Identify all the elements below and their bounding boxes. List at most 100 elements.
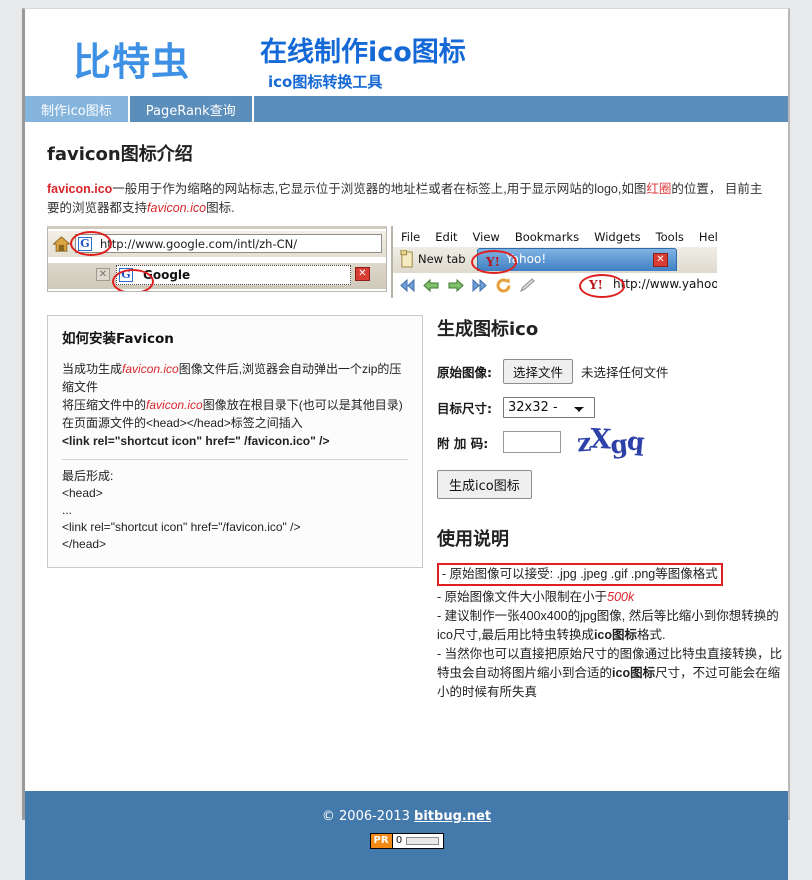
site-logo[interactable]: 比特虫 — [73, 31, 190, 86]
url-text-yahoo: http://www.yahoo.com — [613, 277, 717, 291]
usage-item-3: - 建议制作一张400x400的jpg图像, 然后等比缩小到你想转换的ico尺寸… — [437, 607, 787, 645]
menu-item-file[interactable]: File — [401, 230, 420, 244]
pagerank-value: 0 — [395, 835, 403, 846]
section-title-favicon-intro: favicon图标介绍 — [47, 144, 193, 165]
captcha-input[interactable] — [503, 431, 561, 453]
edit-pencil-icon[interactable] — [519, 278, 536, 293]
copyright-text: © 2006-2013 bitbug.net — [25, 809, 788, 824]
browser-menu-bar: File Edit View Bookmarks Widgets Tools H… — [393, 226, 717, 247]
intro-body-1: 一般用于作为缩略的网站标志,它显示位于浏览器的地址栏或者在标签上,用于显示网站的… — [112, 182, 647, 196]
usage-item-2: - 原始图像文件大小限制在小于500k — [437, 588, 787, 607]
copyright-years: © 2006-2013 — [321, 809, 410, 824]
back-arrow-icon[interactable] — [423, 278, 440, 293]
intro-italic: favicon.ico — [147, 201, 207, 215]
google-browser-screenshot: G http://www.google.com/intl/zh-CN/ ✕ G … — [47, 226, 387, 292]
main-navigation: 制作ico图标 PageRank查询 — [25, 96, 788, 122]
tab-close-icon-google[interactable]: ✕ — [355, 267, 370, 281]
page-container: 比特虫 在线制作ico图标 ico图标转换工具 制作ico图标 PageRank… — [22, 8, 790, 880]
install-favicon-box: 如何安装Favicon 当成功生成favicon.ico图像文件后,浏览器会自动… — [47, 315, 423, 568]
page-subtitle: ico图标转换工具 — [268, 73, 383, 91]
fast-rewind-icon[interactable] — [399, 278, 416, 293]
site-header: 比特虫 在线制作ico图标 ico图标转换工具 — [25, 9, 788, 96]
reload-icon[interactable] — [495, 278, 512, 293]
browser-tab-google[interactable]: G Google — [116, 265, 351, 285]
forward-arrow-icon[interactable] — [447, 278, 464, 293]
install-line1-italic: favicon.ico — [122, 362, 179, 376]
intro-body-3: 图标. — [206, 201, 235, 215]
install-line2-b: 图像放在根目录下(也可以是其他目录) — [202, 398, 403, 412]
install-code-head-open: <head> — [62, 486, 103, 500]
yahoo-url-favicon-icon: Y! — [589, 278, 603, 292]
install-code-head-close: </head> — [62, 537, 107, 551]
site-link[interactable]: bitbug.net — [414, 809, 491, 824]
pagerank-bar — [405, 837, 439, 845]
pagerank-badge[interactable]: PR 0 — [369, 833, 444, 849]
menu-item-help[interactable]: Help — [699, 230, 717, 244]
menu-item-tools[interactable]: Tools — [656, 230, 684, 244]
captcha-char-4: q — [625, 426, 645, 457]
usage-title: 使用说明 — [437, 529, 509, 550]
install-code-link: <link rel="shortcut icon" href="/favicon… — [62, 520, 301, 534]
google-favicon-icon: G — [78, 237, 92, 251]
menu-item-widgets[interactable]: Widgets — [594, 230, 641, 244]
browser-tab-yahoo[interactable]: Y! Yahoo! ✕ — [477, 248, 677, 271]
intro-lead: favicon.ico — [47, 182, 113, 196]
browser-screenshot-examples: G http://www.google.com/intl/zh-CN/ ✕ G … — [47, 226, 717, 301]
install-heading: 如何安装Favicon — [62, 331, 174, 347]
form-row-source-image: 原始图像: 选择文件 未选择任何文件 — [437, 359, 787, 384]
install-line-3: 在页面源文件的<head></head>标签之间插入 — [62, 416, 303, 430]
target-size-select[interactable]: 32x32 - — [503, 397, 595, 418]
usage-item-1: - 原始图像可以接受: .jpg .jpeg .gif .png等图像格式 — [437, 563, 723, 586]
url-field-google[interactable]: G http://www.google.com/intl/zh-CN/ — [75, 234, 382, 253]
install-line1-a: 当成功生成 — [62, 362, 123, 376]
install-line-2: 将压缩文件中的favicon.ico图像放在根目录下(也可以是其他目录) — [62, 396, 408, 414]
main-content: favicon图标介绍 favicon.ico一般用于作为缩略的网站标志,它显示… — [25, 140, 788, 791]
pagerank-label: PR — [370, 834, 393, 848]
tab-close-icon-inactive[interactable]: ✕ — [96, 268, 110, 281]
usage-item-2-size: 500k — [607, 590, 635, 604]
yahoo-browser-screenshot: File Edit View Bookmarks Widgets Tools H… — [391, 226, 717, 298]
nav-item-make-ico[interactable]: 制作ico图标 — [25, 96, 130, 122]
content-columns: 如何安装Favicon 当成功生成favicon.ico图像文件后,浏览器会自动… — [25, 315, 788, 702]
install-link-tag: <link rel="shortcut icon" href=" /favico… — [62, 434, 330, 448]
right-column: 生成图标ico 原始图像: 选择文件 未选择任何文件 目标尺寸: 32x32 -… — [437, 315, 787, 702]
generate-ico-button[interactable]: 生成ico图标 — [437, 470, 532, 499]
usage-instructions: - 原始图像可以接受: .jpg .jpeg .gif .png等图像格式 - … — [437, 563, 787, 702]
left-column: 如何安装Favicon 当成功生成favicon.ico图像文件后,浏览器会自动… — [47, 315, 423, 702]
install-line-1: 当成功生成favicon.ico图像文件后,浏览器会自动弹出一个zip的压缩文件 — [62, 360, 408, 396]
install-line2-italic: favicon.ico — [146, 398, 203, 412]
yahoo-tab-bar: New tab Y! Yahoo! ✕ — [393, 247, 717, 273]
tab-close-icon-yahoo[interactable]: ✕ — [653, 253, 668, 267]
url-field-yahoo[interactable]: Y! http://www.yahoo.com — [589, 277, 717, 292]
favicon-intro-text: favicon.ico一般用于作为缩略的网站标志,它显示位于浏览器的地址栏或者在… — [47, 180, 766, 218]
captcha-image: zXgq — [576, 424, 645, 460]
usage-item-3-c: 格式. — [637, 628, 666, 642]
new-tab-icon[interactable] — [400, 250, 415, 268]
menu-item-edit[interactable]: Edit — [435, 230, 457, 244]
usage-item-1-wrapper: - 原始图像可以接受: .jpg .jpeg .gif .png等图像格式 — [437, 563, 787, 588]
form-title: 生成图标ico — [437, 319, 539, 340]
intro-highlight: 红圈 — [646, 182, 672, 196]
label-source-image: 原始图像: — [437, 365, 492, 380]
page-title: 在线制作ico图标 — [260, 37, 466, 68]
file-status-text: 未选择任何文件 — [581, 366, 669, 380]
fast-forward-icon[interactable] — [471, 278, 488, 293]
yahoo-tab-favicon-icon: Y! — [486, 255, 500, 269]
tab-bar-row: ✕ G Google ✕ — [48, 263, 386, 289]
nav-item-pagerank[interactable]: PageRank查询 — [130, 96, 254, 122]
menu-item-bookmarks[interactable]: Bookmarks — [515, 230, 579, 244]
home-icon — [52, 236, 71, 252]
install-after-label: 最后形成: — [62, 469, 114, 483]
choose-file-button[interactable]: 选择文件 — [503, 359, 574, 384]
url-text-google: http://www.google.com/intl/zh-CN/ — [100, 237, 298, 251]
form-row-captcha: 附 加 码: zXgq — [437, 424, 787, 460]
site-footer: © 2006-2013 bitbug.net PR 0 — [25, 791, 788, 880]
tab-title-yahoo: Yahoo! — [506, 252, 547, 266]
usage-item-3-b: ico图标 — [593, 628, 638, 642]
usage-item-2-text: - 原始图像文件大小限制在小于 — [437, 590, 608, 604]
new-tab-label[interactable]: New tab — [418, 252, 466, 266]
menu-item-view[interactable]: View — [473, 230, 500, 244]
address-bar-row: G http://www.google.com/intl/zh-CN/ — [48, 231, 386, 257]
install-line2-a: 将压缩文件中的 — [62, 398, 147, 412]
google-tab-favicon-icon: G — [119, 268, 133, 282]
